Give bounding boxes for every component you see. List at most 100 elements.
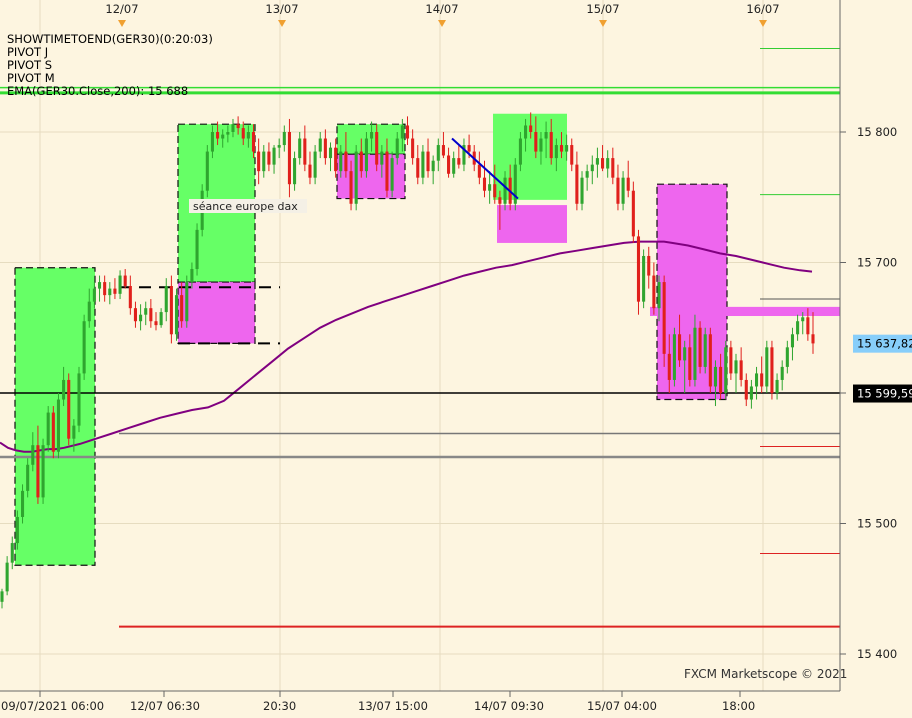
candle-body (683, 347, 687, 361)
candle-body (108, 288, 112, 296)
annotation-text: séance europe dax (193, 200, 298, 213)
candle-body (277, 145, 281, 148)
candle-body (616, 177, 620, 204)
candle-body (754, 373, 759, 387)
top-date-label: 14/07 (425, 2, 458, 16)
candle-body (565, 145, 569, 152)
candle-body (241, 128, 245, 139)
candle-body (354, 151, 358, 204)
y-tick-label: 15 700 (857, 256, 897, 270)
candle-body (482, 177, 487, 191)
pink-zone (497, 205, 567, 243)
candle-body (144, 308, 148, 315)
candle (770, 340, 774, 400)
candle (662, 275, 666, 367)
candle-body (452, 158, 456, 174)
candle-body (246, 132, 250, 139)
candle (390, 151, 394, 198)
candle-body (559, 145, 564, 152)
candle-body (82, 321, 86, 374)
candle-body (190, 269, 194, 283)
candle-body (611, 158, 615, 178)
candle-body (298, 138, 302, 159)
candle-body (169, 285, 173, 335)
candle (672, 327, 676, 387)
candle (354, 145, 358, 211)
candle-body (539, 138, 543, 152)
candle (51, 406, 55, 459)
candle (642, 249, 646, 309)
candle-body (477, 164, 481, 178)
candle-body (159, 312, 163, 326)
candle-body (775, 379, 779, 393)
candle-body (149, 308, 153, 322)
candle-body (308, 164, 312, 178)
candle (765, 340, 769, 393)
candle-body (498, 197, 502, 204)
candle-body (287, 132, 291, 185)
candle-body (221, 134, 225, 139)
candle-body (729, 347, 733, 374)
candle-body (390, 158, 394, 191)
candle-body (467, 145, 471, 152)
candle-body (405, 125, 410, 139)
candle-body (806, 317, 810, 335)
indicator-label: PIVOT M (7, 71, 55, 85)
candle-body (262, 151, 266, 172)
candle-body (524, 125, 528, 139)
candle-body (724, 347, 728, 393)
candle-body (185, 282, 189, 322)
candle (631, 181, 635, 243)
x-tick-label: 14/07 09:30 (474, 699, 544, 713)
candle (46, 406, 50, 452)
candle-body (601, 158, 605, 169)
candle-body (698, 327, 702, 367)
x-tick-labels: 09/07/2021 06:00 12/07 06:30 20:30 13/07 15… (1, 691, 755, 713)
candle-body (672, 334, 676, 380)
candle-body (313, 151, 317, 178)
candle-body (282, 132, 286, 146)
candlestick-chart[interactable]: séance europe dax 15 80015 70015 60015 5… (0, 0, 912, 718)
green-zone (336, 123, 406, 155)
candle-body (544, 132, 548, 139)
candle-body (785, 347, 789, 367)
candle-body (780, 366, 784, 380)
watermark: FXCM Marketscope © 2021 (684, 667, 847, 681)
candle-body (703, 334, 707, 367)
candle-body (529, 125, 533, 132)
pink-zone (177, 281, 256, 345)
candle-body (103, 282, 107, 296)
candle-body (416, 158, 420, 178)
candle-body (56, 399, 61, 452)
candle-body (364, 138, 368, 172)
candle-body (41, 445, 45, 498)
indicator-label: PIVOT S (7, 58, 52, 72)
candle-body (549, 132, 553, 159)
candle-body (606, 158, 610, 169)
candle (698, 321, 702, 374)
candle-body (72, 425, 76, 439)
candle (41, 438, 45, 504)
candle-body (652, 275, 656, 309)
candle-body (647, 255, 651, 276)
candle-body (749, 386, 753, 400)
candle-body (801, 317, 805, 322)
candle-body (87, 301, 91, 322)
x-tick-label: 15/07 04:00 (587, 699, 657, 713)
candle-body (760, 373, 764, 387)
candle-body (621, 177, 625, 204)
candle-body (20, 490, 25, 517)
candle-body (128, 285, 132, 309)
pink-zone (650, 306, 840, 317)
candle-body (590, 164, 594, 172)
candle-body (226, 132, 230, 135)
candle (703, 327, 707, 374)
candle-body (713, 366, 718, 387)
candle (174, 288, 179, 341)
candle (708, 327, 712, 393)
candle-body (626, 177, 630, 191)
candle-body (744, 379, 748, 400)
candle-body (580, 177, 584, 204)
candle-body (375, 132, 379, 165)
x-tick-label: 13/07 15:00 (358, 699, 428, 713)
